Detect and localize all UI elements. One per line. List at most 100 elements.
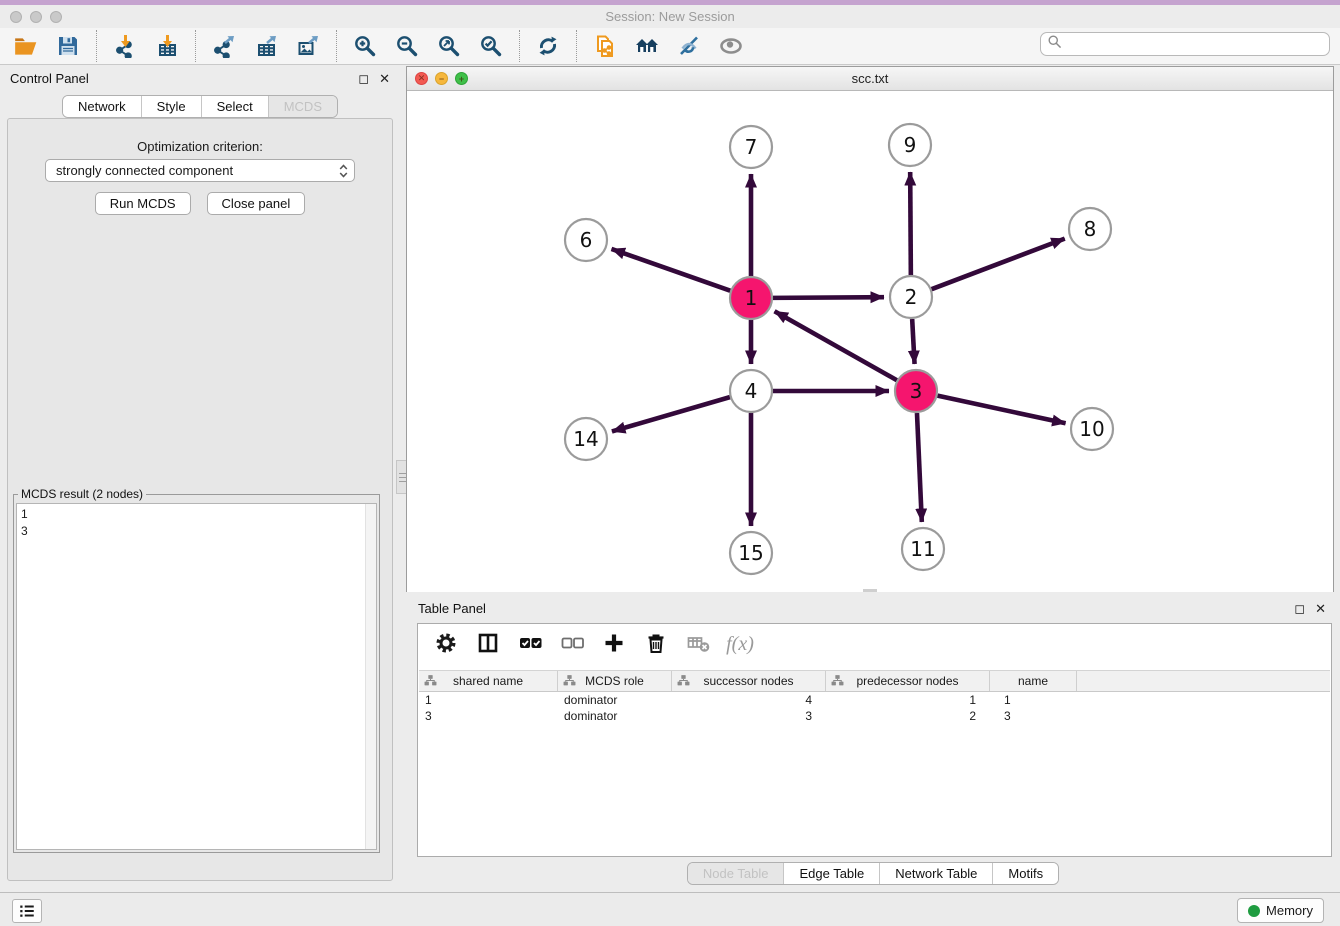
node-3[interactable]: 3 [895,370,937,412]
cell-successor-nodes[interactable]: 3 [672,708,826,724]
delete-table-button[interactable] [684,630,712,658]
edge-3-10[interactable] [938,396,1066,424]
select-all-button[interactable] [516,630,544,658]
node-7[interactable]: 7 [730,126,772,168]
control-tab-style[interactable]: Style [141,96,201,117]
zoom-selected-button[interactable] [473,31,509,61]
edge-2-3[interactable] [912,319,914,364]
window-titlebar: Session: New Session [0,5,1340,28]
mcds-tab-content: Optimization criterion: strongly connect… [7,118,393,881]
node-10[interactable]: 10 [1071,408,1113,450]
memory-status-dot [1248,905,1260,917]
export-network-button[interactable] [206,31,242,61]
zoom-in-button[interactable] [347,31,383,61]
node-8[interactable]: 8 [1069,208,1111,250]
list-icon [18,902,36,920]
node-6[interactable]: 6 [565,219,607,261]
cell-name[interactable]: 3 [990,708,1077,724]
toolbar-group [579,31,757,61]
column-header-successor-nodes[interactable]: successor nodes [672,671,826,691]
import-table-icon [155,34,179,58]
toolbar-group [339,31,517,61]
node-1[interactable]: 1 [730,277,772,319]
cell-shared-name[interactable]: 3 [419,708,558,724]
mcds-result-list[interactable]: 13 [16,503,377,850]
node-15[interactable]: 15 [730,532,772,574]
edge-4-14[interactable] [612,397,730,431]
node-2[interactable]: 2 [890,276,932,318]
column-header-predecessor-nodes[interactable]: predecessor nodes [826,671,990,691]
unselect-all-button[interactable] [558,630,586,658]
graphics-details-button[interactable] [671,31,707,61]
memory-button[interactable]: Memory [1237,898,1324,923]
import-table-button[interactable] [149,31,185,61]
clone-network-button[interactable] [587,31,623,61]
node-14[interactable]: 14 [565,418,607,460]
control-tab-network[interactable]: Network [63,96,141,117]
table-tab-motifs[interactable]: Motifs [992,863,1058,884]
cell-predecessor-nodes[interactable]: 2 [826,708,990,724]
gear-button[interactable] [432,630,460,658]
edge-3-1[interactable] [775,311,897,380]
node-label: 3 [910,379,923,403]
add-row-button[interactable] [600,630,628,658]
cell-MCDS-role[interactable]: dominator [558,708,672,724]
cell-MCDS-role[interactable]: dominator [558,692,672,708]
search-box[interactable] [1040,32,1330,56]
control-panel: Control Panel ◻ ✕ NetworkStyleSelectMCDS… [0,65,400,880]
open-session-button[interactable] [8,31,44,61]
table-tab-network-table[interactable]: Network Table [879,863,992,884]
save-session-button[interactable] [50,31,86,61]
delete-table-icon [685,631,711,658]
node-4[interactable]: 4 [730,370,772,412]
close-panel-icon[interactable]: ✕ [379,72,390,85]
cell-successor-nodes[interactable]: 4 [672,692,826,708]
columns-button[interactable] [474,630,502,658]
table-tab-edge-table[interactable]: Edge Table [783,863,879,884]
export-table-button[interactable] [248,31,284,61]
task-history-button[interactable] [12,899,42,923]
table-row[interactable]: 1dominator411 [419,692,1330,708]
delete-row-button[interactable] [642,630,670,658]
view-resize-grip[interactable] [863,589,877,592]
run-mcds-button[interactable]: Run MCDS [95,192,191,215]
close-panel-button[interactable]: Close panel [207,192,306,215]
zoom-fit-button[interactable] [431,31,467,61]
result-scrollbar[interactable] [365,504,376,849]
float-panel-icon[interactable]: ◻ [358,72,369,85]
edge-2-9[interactable] [910,172,911,275]
cell-name[interactable]: 1 [990,692,1077,708]
float-table-panel-icon[interactable]: ◻ [1294,602,1305,615]
zoom-out-icon [395,34,419,58]
node-label: 9 [904,133,917,157]
cell-shared-name[interactable]: 1 [419,692,558,708]
refresh-layout-button[interactable] [530,31,566,61]
network-canvas[interactable]: 7 9 6 8 1 2 4 3 14 10 15 11 [407,91,1333,592]
export-image-button[interactable] [290,31,326,61]
function-button[interactable]: f(x) [726,630,754,658]
node-9[interactable]: 9 [889,124,931,166]
import-network-button[interactable] [107,31,143,61]
column-header-name[interactable]: name [990,671,1077,691]
node-11[interactable]: 11 [902,528,944,570]
control-tab-select[interactable]: Select [201,96,268,117]
network-overview-button[interactable] [629,31,665,61]
network-graph: 7 9 6 8 1 2 4 3 14 10 15 11 [407,91,1333,592]
toolbar-separator [519,30,520,62]
edge-2-8[interactable] [932,239,1065,290]
edge-1-2[interactable] [773,297,884,298]
table-row[interactable]: 3dominator323 [419,708,1330,724]
show-hide-eye-button[interactable] [713,31,749,61]
edge-1-6[interactable] [611,249,730,291]
search-input[interactable] [1066,34,1329,54]
edge-3-11[interactable] [917,413,922,522]
column-header-MCDS-role[interactable]: MCDS role [558,671,672,691]
optimization-criterion-select[interactable]: strongly connected component [45,159,355,182]
table-tab-node-table[interactable]: Node Table [688,863,784,884]
cell-predecessor-nodes[interactable]: 1 [826,692,990,708]
network-view-window: ✕ − + scc.txt 7968124314101511 [406,66,1334,592]
control-tab-mcds[interactable]: MCDS [268,96,337,117]
close-table-panel-icon[interactable]: ✕ [1315,602,1326,615]
zoom-out-button[interactable] [389,31,425,61]
column-header-shared-name[interactable]: shared name [419,671,558,691]
